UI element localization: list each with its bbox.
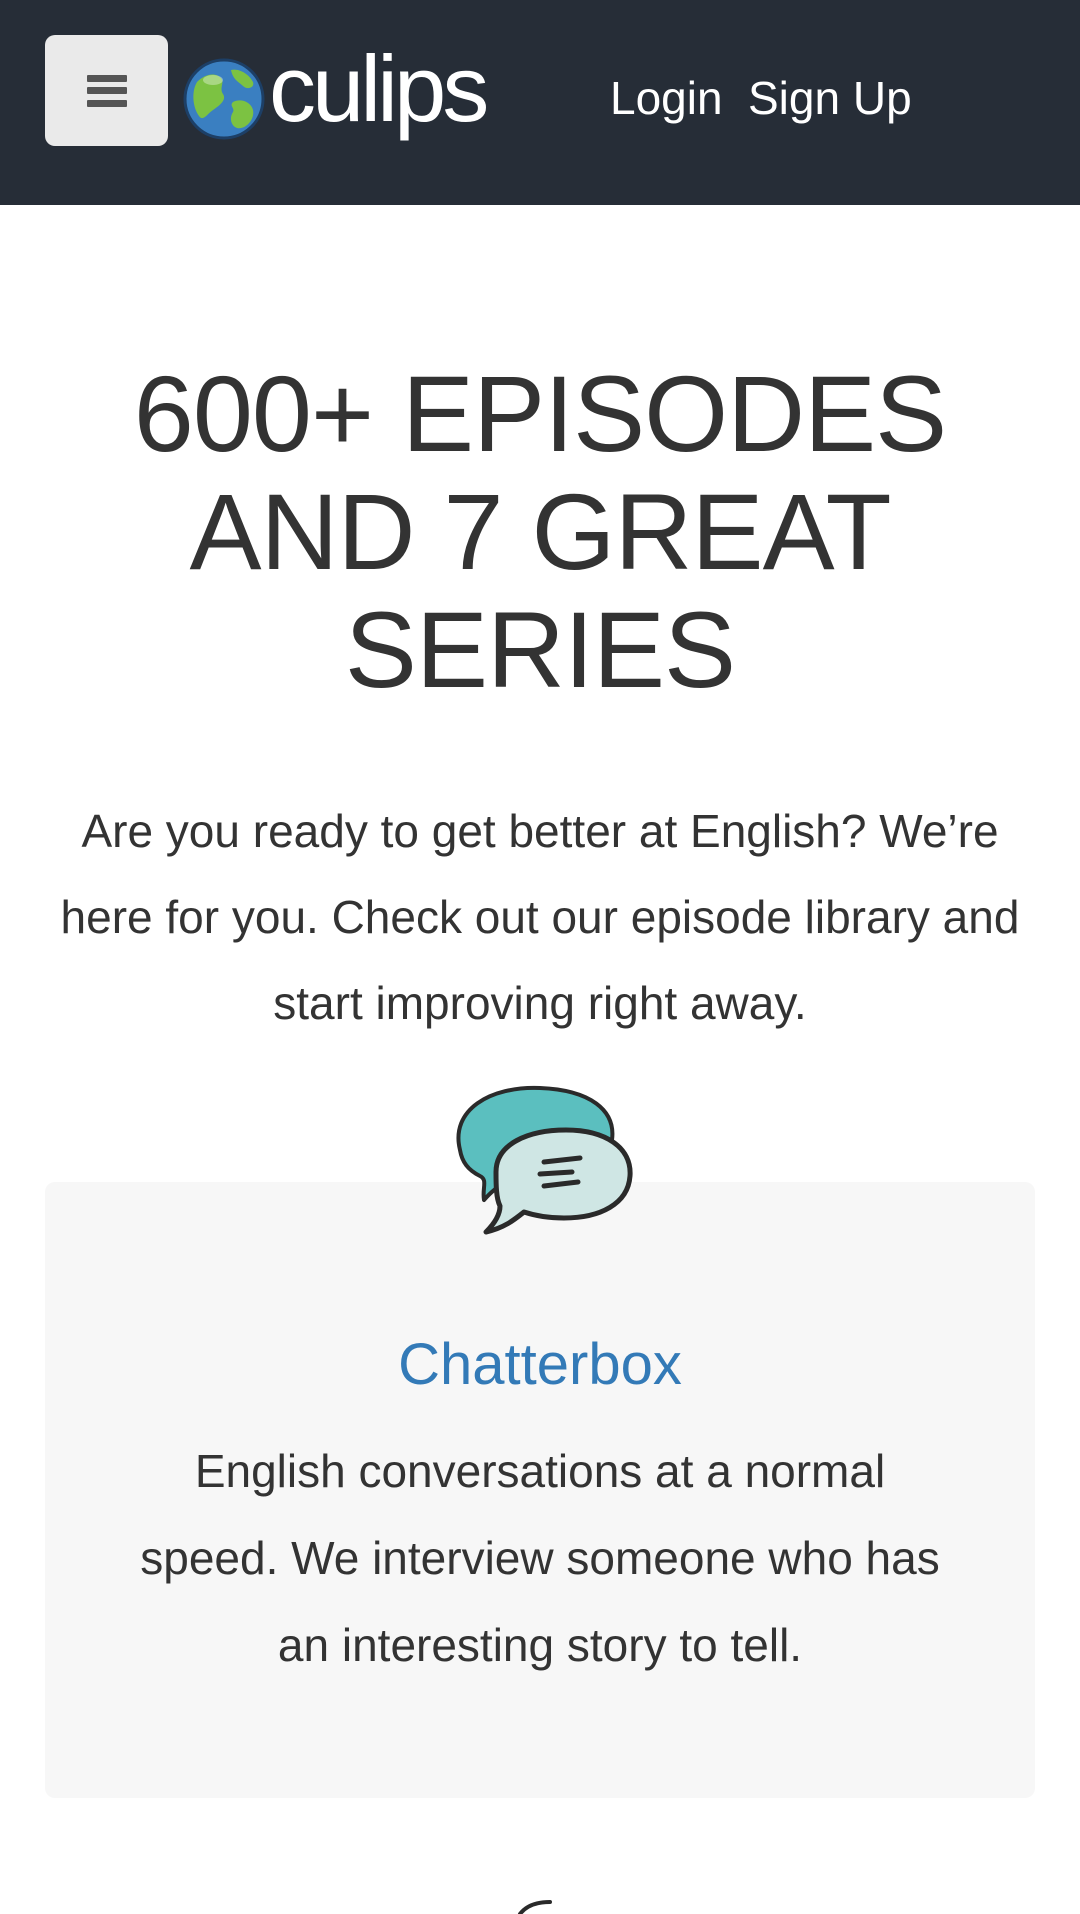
globe-icon: [183, 58, 265, 140]
login-link[interactable]: Login: [610, 68, 723, 128]
site-logo[interactable]: culips: [183, 36, 489, 148]
hamburger-icon: [86, 74, 127, 107]
speech-bubbles-icon: [456, 1085, 633, 1235]
signup-link[interactable]: Sign Up: [748, 68, 912, 128]
page-title: 600+ EPISODES AND 7 GREAT SERIES: [133, 353, 947, 710]
logo-text: culips: [269, 36, 489, 141]
next-series-icon: [518, 1900, 552, 1914]
intro-text: Are you ready to get better at English? …: [60, 805, 1020, 1029]
series-title-link[interactable]: Chatterbox: [45, 1330, 1035, 1400]
series-description: English conversations at a normal speed.…: [140, 1445, 940, 1671]
menu-toggle-button[interactable]: [45, 35, 168, 146]
top-navbar: culips Login Sign Up: [0, 0, 1080, 205]
